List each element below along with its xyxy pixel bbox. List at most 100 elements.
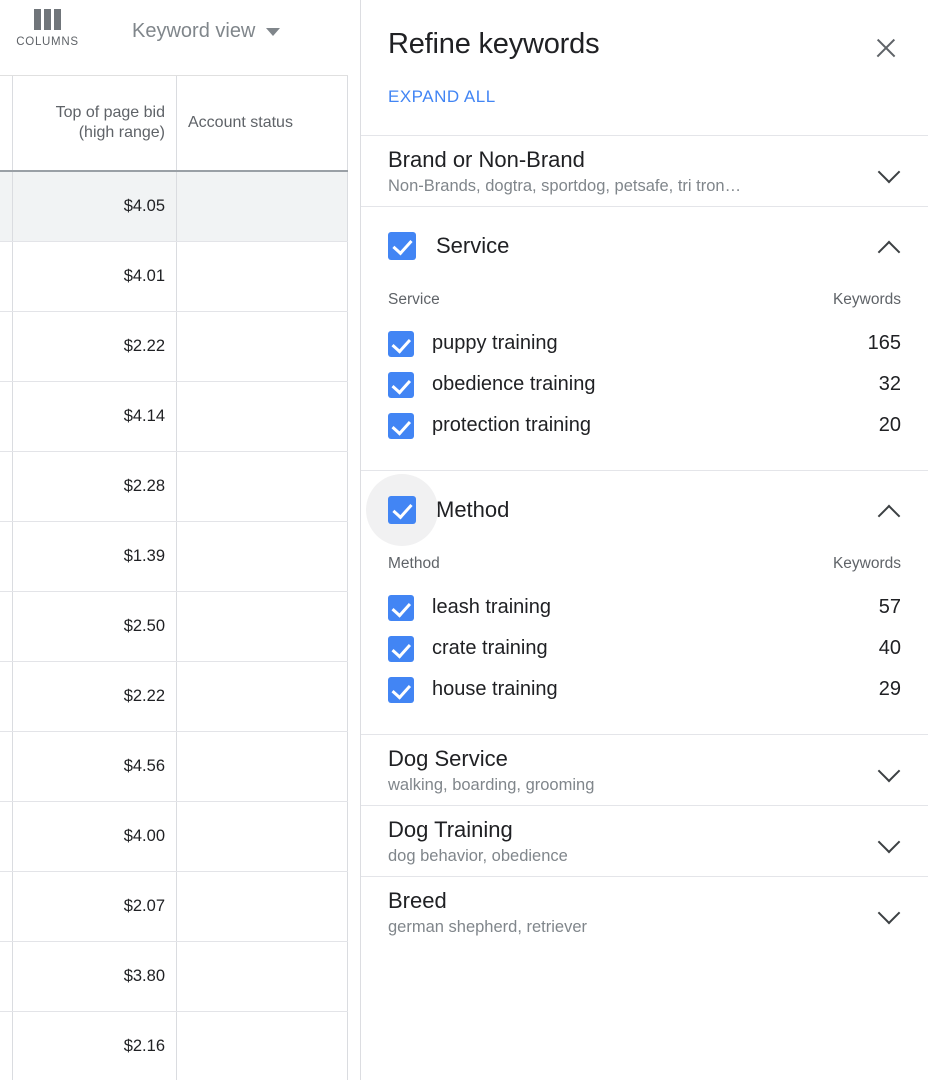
keywords-table-pane: COLUMNS Keyword view Top of page bid (hi… [0,0,348,1080]
section-body: Method Keywords leash training 57 crate trai… [361,549,928,734]
columns-button-label: COLUMNS [16,36,79,48]
row-stub-cell [0,172,13,241]
chevron-down-icon[interactable] [877,828,903,854]
option-label: obedience training [432,373,596,395]
section-titles: Method [436,496,863,524]
option-keyword-count: 40 [878,637,901,659]
chevron-down-icon[interactable] [877,757,903,783]
refine-section: Dog Training dog behavior, obedience [361,805,928,876]
keyword-view-label: Keyword view [132,20,256,42]
table-header-account-status[interactable]: Account status [177,76,348,170]
cell-account-status [177,452,348,521]
refine-section: Method Method Keywords leash training 57 crat… [361,470,928,734]
cell-account-status [177,662,348,731]
checkbox-checked-icon [388,371,414,398]
section-subtitle: walking, boarding, grooming [388,775,595,794]
close-icon[interactable] [869,31,903,65]
table-row[interactable]: $4.14 [0,382,348,452]
chevron-up-icon[interactable] [877,497,903,523]
table-row[interactable]: $4.05 [0,172,348,242]
row-stub-cell [0,312,13,381]
table-row[interactable]: $2.22 [0,662,348,732]
cell-top-of-page-bid: $2.16 [13,1012,177,1080]
section-titles: Brand or Non-Brand Non-Brands, dogtra, sp… [388,146,863,196]
cell-account-status [177,242,348,311]
cell-account-status [177,942,348,1011]
table-row[interactable]: $3.80 [0,942,348,1012]
section-header[interactable]: Service [361,207,928,285]
option-row[interactable]: puppy training 165 [388,323,901,364]
options-column-label: Service [388,291,440,308]
section-titles: Dog Training dog behavior, obedience [388,816,863,866]
option-checkbox[interactable] [388,330,414,357]
option-checkbox[interactable] [388,594,414,621]
row-stub-cell [0,242,13,311]
cell-account-status [177,382,348,451]
row-stub-cell [0,732,13,801]
section-checkbox[interactable] [366,474,438,546]
row-stub-cell [0,382,13,451]
refine-section: Dog Service walking, boarding, grooming [361,734,928,805]
option-label: puppy training [432,332,558,354]
option-label: house training [432,678,558,700]
options-column-label: Method [388,555,440,572]
option-row[interactable]: leash training 57 [388,587,901,628]
section-header[interactable]: Method [361,471,928,549]
section-body: Service Keywords puppy training 165 obedienc… [361,285,928,470]
row-stub-cell [0,872,13,941]
section-header[interactable]: Brand or Non-Brand Non-Brands, dogtra, sp… [361,136,928,206]
chevron-up-icon[interactable] [877,233,903,259]
option-row[interactable]: crate training 40 [388,628,901,669]
option-checkbox[interactable] [388,371,414,398]
options-column-headers: Method Keywords [388,549,901,587]
cell-top-of-page-bid: $2.22 [13,312,177,381]
option-checkbox[interactable] [388,676,414,703]
cell-top-of-page-bid: $4.14 [13,382,177,451]
cell-top-of-page-bid: $4.00 [13,802,177,871]
caret-down-icon [266,27,281,36]
table-row[interactable]: $4.01 [0,242,348,312]
section-header[interactable]: Dog Service walking, boarding, grooming [361,735,928,805]
cell-top-of-page-bid: $4.05 [13,172,177,241]
table-row[interactable]: $2.16 [0,1012,348,1080]
section-header[interactable]: Dog Training dog behavior, obedience [361,806,928,876]
table-header-top-of-page-bid[interactable]: Top of page bid (high range) [13,76,177,170]
option-label: protection training [432,414,591,436]
table-row[interactable]: $2.28 [0,452,348,522]
expand-all-link[interactable]: EXPAND ALL [388,87,496,107]
section-header[interactable]: Breed german shepherd, retriever [361,877,928,947]
checkbox-checked-icon [388,496,416,524]
chevron-down-icon[interactable] [877,899,903,925]
cell-top-of-page-bid: $4.56 [13,732,177,801]
option-checkbox[interactable] [388,412,414,439]
section-checkbox[interactable] [388,232,416,260]
row-stub-cell [0,592,13,661]
cell-account-status [177,522,348,591]
refine-section: Breed german shepherd, retriever [361,876,928,947]
option-checkbox[interactable] [388,635,414,662]
option-row[interactable]: house training 29 [388,669,901,710]
table-row[interactable]: $4.56 [0,732,348,802]
screen: COLUMNS Keyword view Top of page bid (hi… [0,0,928,1080]
option-row[interactable]: protection training 20 [388,405,901,446]
row-stub-cell [0,452,13,521]
cell-account-status [177,872,348,941]
option-keyword-count: 57 [878,596,901,618]
options-column-headers: Service Keywords [388,285,901,323]
table-row[interactable]: $2.22 [0,312,348,382]
chevron-down-icon[interactable] [877,158,903,184]
table-row[interactable]: $1.39 [0,522,348,592]
columns-icon [34,8,61,30]
table-row[interactable]: $4.00 [0,802,348,872]
keyword-view-dropdown[interactable]: Keyword view [132,20,281,43]
checkbox-checked-icon [388,635,414,662]
row-stub-cell [0,522,13,591]
columns-button[interactable]: COLUMNS [0,0,95,48]
section-title: Dog Training [388,817,513,843]
options-count-label: Keywords [832,555,901,572]
table-header-row: Top of page bid (high range) Account sta… [0,75,348,172]
table-row[interactable]: $2.07 [0,872,348,942]
row-stub-cell [0,1012,13,1080]
option-row[interactable]: obedience training 32 [388,364,901,405]
table-row[interactable]: $2.50 [0,592,348,662]
